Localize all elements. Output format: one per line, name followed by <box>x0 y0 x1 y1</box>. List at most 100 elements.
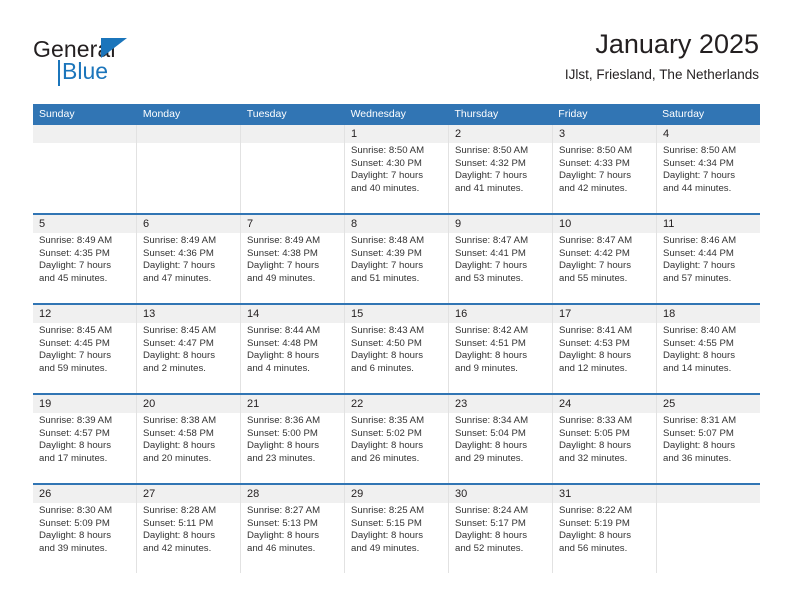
day-cell-15[interactable]: Sunrise: 8:43 AM Sunset: 4:50 PM Daylight:… <box>345 323 449 393</box>
day-sunrise-text: Sunrise: 8:43 AM <box>351 325 425 336</box>
day-number-29[interactable]: 29 <box>345 485 449 503</box>
day-number-6[interactable]: 6 <box>137 215 241 233</box>
day-sunrise-text: Sunrise: 8:24 AM <box>455 505 529 516</box>
day-number-8[interactable]: 8 <box>345 215 449 233</box>
day-cell-11[interactable]: Sunrise: 8:46 AM Sunset: 4:44 PM Daylight:… <box>657 233 760 303</box>
day-number-9[interactable]: 9 <box>449 215 553 233</box>
day-cell-18[interactable]: Sunrise: 8:40 AM Sunset: 4:55 PM Daylight:… <box>657 323 760 393</box>
day-cell-6[interactable]: Sunrise: 8:49 AM Sunset: 4:36 PM Daylight:… <box>137 233 241 303</box>
day-cell-13[interactable]: Sunrise: 8:45 AM Sunset: 4:47 PM Daylight:… <box>137 323 241 393</box>
day-cell-10[interactable]: Sunrise: 8:47 AM Sunset: 4:42 PM Daylight:… <box>553 233 657 303</box>
day-cell-21[interactable]: Sunrise: 8:36 AM Sunset: 5:00 PM Daylight:… <box>241 413 345 483</box>
day-number-7[interactable]: 7 <box>241 215 345 233</box>
day-cell-24[interactable]: Sunrise: 8:33 AM Sunset: 5:05 PM Daylight:… <box>553 413 657 483</box>
day-cell-1[interactable]: Sunrise: 8:50 AM Sunset: 4:30 PM Daylight:… <box>345 143 449 213</box>
day-daylight1-text: Daylight: 8 hours <box>247 350 319 362</box>
day-number-23[interactable]: 23 <box>449 395 553 413</box>
day-cell-20[interactable]: Sunrise: 8:38 AM Sunset: 4:58 PM Daylight:… <box>137 413 241 483</box>
day-number-26[interactable]: 26 <box>33 485 137 503</box>
day-daylight1-text: Daylight: 8 hours <box>247 530 319 542</box>
day-number-30[interactable]: 30 <box>449 485 553 503</box>
day-detail-band: Sunrise: 8:30 AM Sunset: 5:09 PM Daylight:… <box>33 503 760 573</box>
day-cell-12[interactable]: Sunrise: 8:45 AM Sunset: 4:45 PM Daylight:… <box>33 323 137 393</box>
day-cell-17[interactable]: Sunrise: 8:41 AM Sunset: 4:53 PM Daylight:… <box>553 323 657 393</box>
day-sunrise-text: Sunrise: 8:38 AM <box>143 415 217 426</box>
day-number-4[interactable]: 4 <box>657 125 760 143</box>
day-cell-3[interactable]: Sunrise: 8:50 AM Sunset: 4:33 PM Daylight:… <box>553 143 657 213</box>
day-daylight1-text: Daylight: 7 hours <box>351 260 423 272</box>
day-cell-empty <box>241 143 345 213</box>
day-sunset-text: Sunset: 4:30 PM <box>351 157 422 169</box>
day-cell-28[interactable]: Sunrise: 8:27 AM Sunset: 5:13 PM Daylight:… <box>241 503 345 573</box>
day-cell-2[interactable]: Sunrise: 8:50 AM Sunset: 4:32 PM Daylight:… <box>449 143 553 213</box>
day-cell-9[interactable]: Sunrise: 8:47 AM Sunset: 4:41 PM Daylight:… <box>449 233 553 303</box>
day-cell-22[interactable]: Sunrise: 8:35 AM Sunset: 5:02 PM Daylight:… <box>345 413 449 483</box>
day-sunrise-text: Sunrise: 8:47 AM <box>559 235 633 246</box>
day-sunset-text: Sunset: 5:19 PM <box>559 517 630 529</box>
day-daylight2-text: and 23 minutes. <box>247 452 316 464</box>
day-sunset-text: Sunset: 4:53 PM <box>559 337 630 349</box>
day-number-16[interactable]: 16 <box>449 305 553 323</box>
day-sunrise-text: Sunrise: 8:27 AM <box>247 505 321 516</box>
day-daylight2-text: and 55 minutes. <box>559 272 628 284</box>
weekday-header-row: Sunday Monday Tuesday Wednesday Thursday Frid… <box>33 104 760 125</box>
day-cell-31[interactable]: Sunrise: 8:22 AM Sunset: 5:19 PM Daylight:… <box>553 503 657 573</box>
day-number-28[interactable]: 28 <box>241 485 345 503</box>
day-number-14[interactable]: 14 <box>241 305 345 323</box>
day-sunset-text: Sunset: 4:55 PM <box>663 337 734 349</box>
day-sunset-text: Sunset: 4:38 PM <box>247 247 318 259</box>
day-number-21[interactable]: 21 <box>241 395 345 413</box>
day-cell-26[interactable]: Sunrise: 8:30 AM Sunset: 5:09 PM Daylight:… <box>33 503 137 573</box>
day-number-band: 12 13 14 15 16 17 18 <box>33 305 760 323</box>
day-number-31[interactable]: 31 <box>553 485 657 503</box>
day-number-24[interactable]: 24 <box>553 395 657 413</box>
day-cell-14[interactable]: Sunrise: 8:44 AM Sunset: 4:48 PM Daylight:… <box>241 323 345 393</box>
calendar-week-row: 26 27 28 29 30 31 Sunrise: 8:30 AM Sunset: 5:09… <box>33 485 760 573</box>
day-daylight2-text: and 14 minutes. <box>663 362 732 374</box>
day-cell-30[interactable]: Sunrise: 8:24 AM Sunset: 5:17 PM Daylight:… <box>449 503 553 573</box>
day-daylight2-text: and 20 minutes. <box>143 452 212 464</box>
day-number-17[interactable]: 17 <box>553 305 657 323</box>
day-number-13[interactable]: 13 <box>137 305 241 323</box>
day-sunrise-text: Sunrise: 8:25 AM <box>351 505 425 516</box>
day-number-22[interactable]: 22 <box>345 395 449 413</box>
day-cell-5[interactable]: Sunrise: 8:49 AM Sunset: 4:35 PM Daylight:… <box>33 233 137 303</box>
day-detail-band: Sunrise: 8:39 AM Sunset: 4:57 PM Daylight:… <box>33 413 760 483</box>
day-sunset-text: Sunset: 5:02 PM <box>351 427 422 439</box>
day-daylight2-text: and 57 minutes. <box>663 272 732 284</box>
day-cell-27[interactable]: Sunrise: 8:28 AM Sunset: 5:11 PM Daylight:… <box>137 503 241 573</box>
day-sunrise-text: Sunrise: 8:34 AM <box>455 415 529 426</box>
day-cell-29[interactable]: Sunrise: 8:25 AM Sunset: 5:15 PM Daylight:… <box>345 503 449 573</box>
day-cell-4[interactable]: Sunrise: 8:50 AM Sunset: 4:34 PM Daylight:… <box>657 143 760 213</box>
day-number-18[interactable]: 18 <box>657 305 760 323</box>
day-daylight1-text: Daylight: 8 hours <box>663 440 735 452</box>
day-number-2[interactable]: 2 <box>449 125 553 143</box>
day-cell-23[interactable]: Sunrise: 8:34 AM Sunset: 5:04 PM Daylight:… <box>449 413 553 483</box>
day-number-10[interactable]: 10 <box>553 215 657 233</box>
day-number-12[interactable]: 12 <box>33 305 137 323</box>
general-blue-logo[interactable]: General Blue <box>33 36 253 92</box>
day-cell-25[interactable]: Sunrise: 8:31 AM Sunset: 5:07 PM Daylight:… <box>657 413 760 483</box>
day-number-1[interactable]: 1 <box>345 125 449 143</box>
day-sunset-text: Sunset: 4:44 PM <box>663 247 734 259</box>
day-daylight1-text: Daylight: 7 hours <box>455 170 527 182</box>
day-daylight1-text: Daylight: 7 hours <box>351 170 423 182</box>
day-cell-16[interactable]: Sunrise: 8:42 AM Sunset: 4:51 PM Daylight:… <box>449 323 553 393</box>
day-cell-8[interactable]: Sunrise: 8:48 AM Sunset: 4:39 PM Daylight:… <box>345 233 449 303</box>
day-number-5[interactable]: 5 <box>33 215 137 233</box>
day-sunrise-text: Sunrise: 8:50 AM <box>559 145 633 156</box>
day-number-19[interactable]: 19 <box>33 395 137 413</box>
day-cell-19[interactable]: Sunrise: 8:39 AM Sunset: 4:57 PM Daylight:… <box>33 413 137 483</box>
day-daylight1-text: Daylight: 8 hours <box>559 350 631 362</box>
calendar-week-row: 19 20 21 22 23 24 25 Sunrise: 8:39 AM Sunset: 4:… <box>33 395 760 485</box>
day-daylight1-text: Daylight: 8 hours <box>455 350 527 362</box>
day-number-3[interactable]: 3 <box>553 125 657 143</box>
day-number-20[interactable]: 20 <box>137 395 241 413</box>
day-number-15[interactable]: 15 <box>345 305 449 323</box>
day-number-27[interactable]: 27 <box>137 485 241 503</box>
day-number-11[interactable]: 11 <box>657 215 760 233</box>
day-number-empty <box>241 125 345 143</box>
day-number-25[interactable]: 25 <box>657 395 760 413</box>
day-cell-7[interactable]: Sunrise: 8:49 AM Sunset: 4:38 PM Daylight:… <box>241 233 345 303</box>
day-daylight2-text: and 29 minutes. <box>455 452 524 464</box>
